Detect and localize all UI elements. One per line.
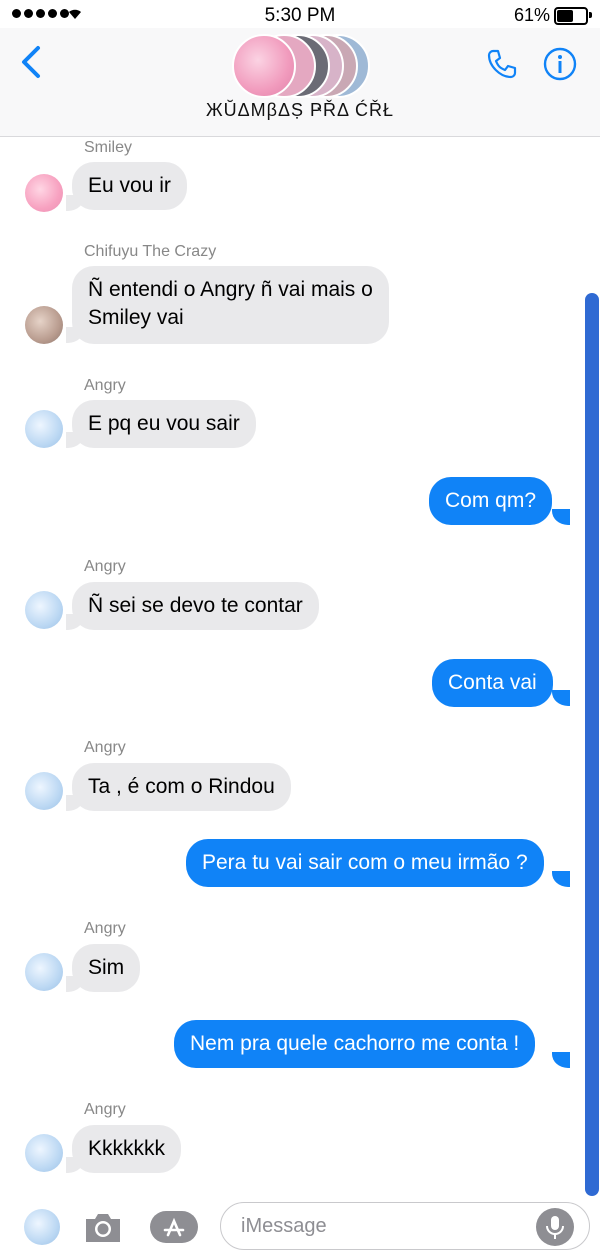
- message-bubble-outgoing[interactable]: Pera tu vai sair com o meu irmão ?: [186, 839, 544, 887]
- group-name[interactable]: ЖŬΔΜβΔṢ ҎŘΔ ĆŘŁ: [0, 100, 600, 121]
- avatar[interactable]: [25, 410, 63, 448]
- avatar[interactable]: [25, 953, 63, 991]
- bubble-tail: [552, 1052, 570, 1068]
- avatar[interactable]: [25, 306, 63, 344]
- bubble-tail: [552, 690, 570, 706]
- scrollbar[interactable]: [585, 293, 599, 1196]
- message-input-placeholder: iMessage: [241, 1215, 327, 1237]
- avatar[interactable]: [25, 174, 63, 212]
- microphone-icon[interactable]: [536, 1208, 574, 1246]
- status-time: 5:30 PM: [264, 5, 336, 26]
- back-chevron-icon[interactable]: [16, 44, 52, 80]
- bubble-tail: [552, 509, 570, 525]
- avatar[interactable]: [25, 772, 63, 810]
- message-bubble-incoming[interactable]: Ñ entendi o Angry ñ vai mais o Smiley va…: [72, 266, 389, 344]
- message-bubble-incoming[interactable]: Ta , é com o Rindou: [72, 763, 291, 811]
- memoji-avatar[interactable]: [24, 1209, 60, 1245]
- group-avatar-main: [232, 34, 296, 98]
- sender-name: Angry: [84, 1101, 126, 1118]
- battery-icon: [554, 7, 588, 25]
- battery-tip: [589, 12, 592, 18]
- message-bubble-incoming[interactable]: E pq eu vou sair: [72, 400, 256, 448]
- sender-name: Angry: [84, 739, 126, 756]
- avatar[interactable]: [25, 591, 63, 629]
- sender-name: Chifuyu The Crazy: [84, 243, 217, 260]
- message-input[interactable]: iMessage: [220, 1202, 590, 1250]
- message-bubble-outgoing[interactable]: Nem pra quele cachorro me conta !: [174, 1020, 536, 1068]
- avatar[interactable]: [25, 1134, 63, 1172]
- message-bubble-outgoing[interactable]: Conta vai: [432, 659, 553, 707]
- bubble-tail: [552, 871, 570, 887]
- sender-name: Angry: [84, 377, 126, 394]
- message-line: Smiley vai: [88, 306, 184, 329]
- message-bubble-outgoing[interactable]: Com qm?: [429, 477, 553, 525]
- message-line: Ñ entendi o Angry ñ vai mais o: [88, 278, 373, 301]
- message-bubble-incoming[interactable]: Sim: [72, 944, 141, 992]
- camera-icon[interactable]: [82, 1210, 124, 1246]
- battery-percent: 61%: [513, 5, 550, 25]
- sender-name: Angry: [84, 558, 126, 575]
- info-icon[interactable]: [542, 46, 578, 82]
- message-bubble-incoming[interactable]: Kkkkkkk: [72, 1125, 182, 1173]
- conversation-header: ЖŬΔΜβΔṢ ҎŘΔ ĆŘŁ: [0, 28, 600, 137]
- message-bubble-incoming[interactable]: Ñ sei se devo te contar: [72, 582, 319, 630]
- sender-name: Angry: [84, 920, 126, 937]
- phone-icon[interactable]: [484, 46, 520, 82]
- status-bar: 5:30 PM 61%: [0, 0, 600, 30]
- group-avatars[interactable]: [232, 32, 372, 98]
- sender-name: Smiley: [84, 139, 133, 156]
- message-bubble-incoming[interactable]: Eu vou ir: [72, 162, 187, 210]
- app-store-icon[interactable]: [148, 1209, 200, 1245]
